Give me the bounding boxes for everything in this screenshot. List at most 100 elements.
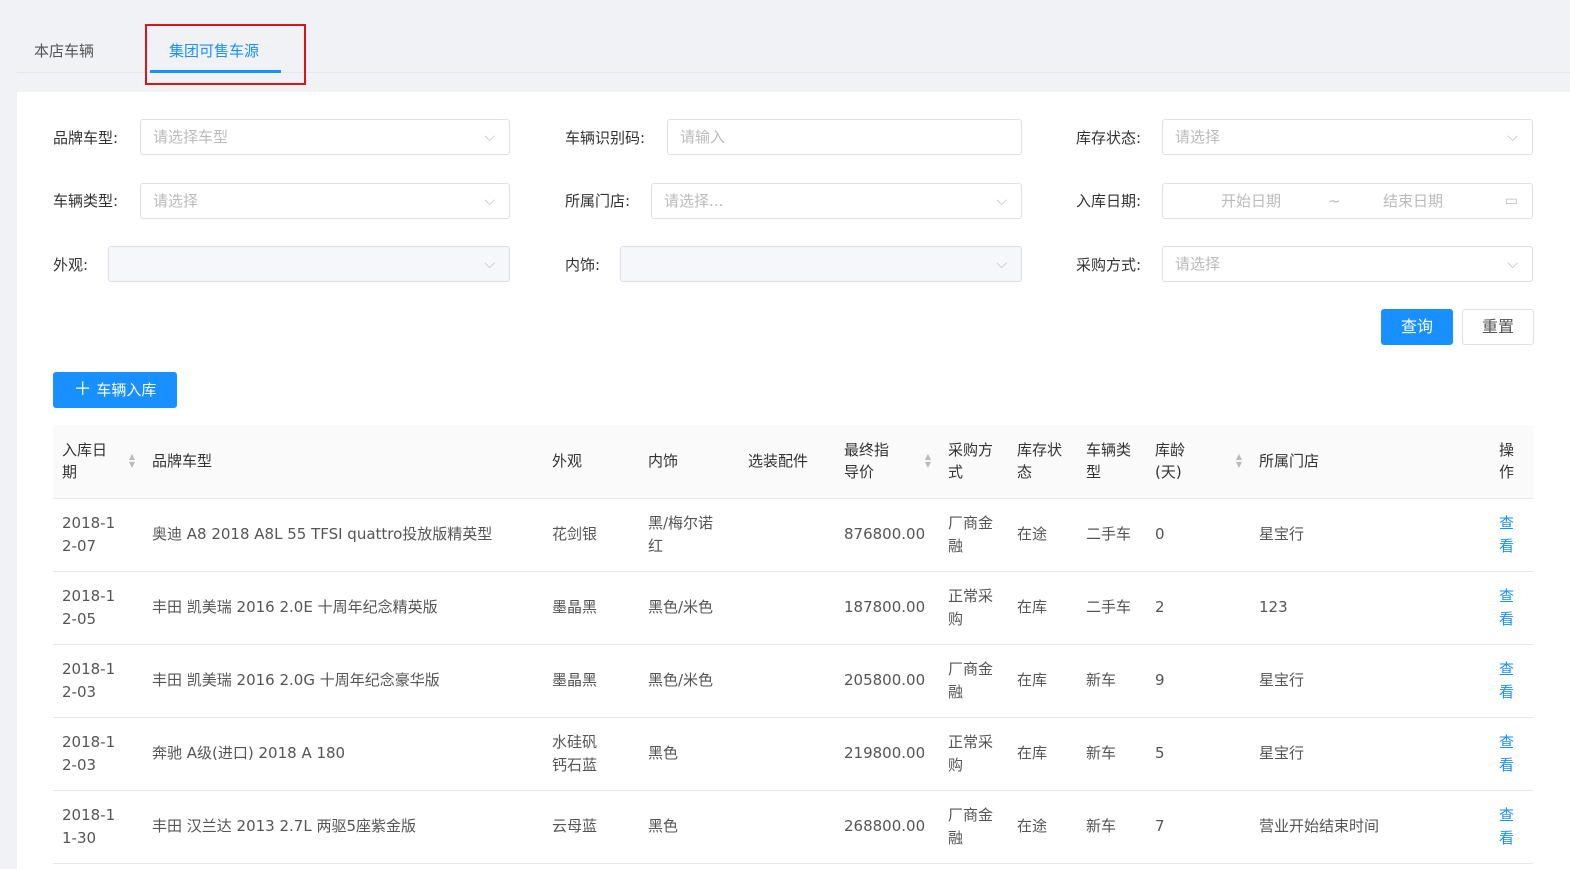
table-cell: 黑色/米色 — [639, 644, 739, 718]
cell-text: 205800.00 — [844, 671, 926, 689]
sort-icon[interactable]: ▲ ▼ — [129, 453, 135, 469]
column-header-label: 外观 — [552, 452, 583, 471]
column-header-label: 车辆类型 — [1086, 441, 1132, 482]
cell-text: 2018-12-07 — [62, 513, 116, 555]
plus-icon: ＋ — [73, 379, 92, 400]
table-cell: 9 — [1146, 644, 1250, 718]
store-select[interactable]: 请选择... ⌵ — [651, 183, 1022, 219]
table-cell: 查看 — [1490, 790, 1533, 864]
cell-text: 在库 — [1017, 671, 1048, 689]
cell-text: 在库 — [1017, 598, 1048, 616]
cell-text: 丰田 汉兰达 2013 2.7L 两驱5座紫金版 — [152, 817, 417, 835]
cell-text: 219800.00 — [844, 744, 926, 762]
vehicle-type-select[interactable]: 请选择 ⌵ — [140, 183, 510, 219]
view-link[interactable]: 查看 — [1499, 585, 1515, 631]
cell-text: 在库 — [1017, 744, 1048, 762]
table-cell: 二手车 — [1077, 571, 1146, 645]
date-separator: ~ — [1328, 192, 1341, 210]
view-link[interactable]: 查看 — [1499, 512, 1515, 558]
cell-text: 二手车 — [1086, 598, 1132, 616]
cell-text: 丰田 凯美瑞 2016 2.0E 十周年纪念精英版 — [152, 598, 438, 616]
cell-text: 水硅矾钙石蓝 — [552, 732, 598, 774]
cell-text: 黑色 — [648, 744, 679, 762]
vin-input[interactable]: 请输入 — [667, 119, 1022, 155]
date-range-picker[interactable]: 开始日期 ~ 结束日期 ▭ — [1162, 183, 1533, 219]
brand-placeholder: 请选择车型 — [153, 128, 229, 146]
table-cell: 厂商金融 — [939, 498, 1008, 572]
stock-status-select[interactable]: 请选择 ⌵ — [1162, 119, 1533, 155]
brand-select[interactable]: 请选择车型 ⌵ — [140, 119, 510, 155]
table-row: 2018-12-05 丰田 凯美瑞 2016 2.0E 十周年纪念精英版 墨晶黑 黑色… — [53, 571, 1533, 645]
column-header[interactable]: 入库日期 ▲ ▼ — [53, 425, 143, 499]
exterior-select[interactable]: ⌵ — [108, 246, 510, 282]
reset-button[interactable]: 重置 — [1462, 309, 1534, 345]
column-header: 选装配件 — [739, 425, 835, 499]
date-label: 入库日期: — [1076, 192, 1142, 210]
stock-status-placeholder: 请选择 — [1175, 128, 1221, 146]
column-header[interactable]: 最终指导价 ▲ ▼ — [835, 425, 939, 499]
cell-text: 奔驰 A级(进口) 2018 A 180 — [152, 744, 346, 762]
table-cell: 2018-12-07 — [53, 498, 143, 572]
table-cell: 正常采购 — [939, 717, 1008, 791]
purchase-select[interactable]: 请选择 ⌵ — [1162, 246, 1533, 282]
cell-text: 正常采购 — [948, 586, 994, 628]
cell-text: 187800.00 — [844, 598, 926, 616]
column-header-label: 内饰 — [648, 452, 679, 471]
cell-text: 新车 — [1086, 671, 1117, 689]
exterior-label: 外观: — [53, 256, 89, 274]
table-cell — [739, 571, 835, 645]
column-header: 库存状态 — [1008, 425, 1077, 499]
table-cell: 二手车 — [1077, 498, 1146, 572]
view-link[interactable]: 查看 — [1499, 658, 1515, 704]
table-cell: 黑色/米色 — [639, 571, 739, 645]
start-date-input[interactable]: 开始日期 — [1221, 184, 1281, 218]
cell-text: 黑色/米色 — [648, 671, 714, 689]
cell-text: 876800.00 — [844, 525, 926, 543]
cell-text: 7 — [1155, 817, 1165, 835]
table-cell: 星宝行 — [1250, 644, 1490, 718]
table-cell: 营业开始结束时间 — [1250, 790, 1490, 864]
column-header-label: 入库日期 — [62, 441, 108, 482]
column-header: 采购方式 — [939, 425, 1008, 499]
table-cell: 在库 — [1008, 644, 1077, 718]
chevron-down-icon: ⌵ — [484, 193, 495, 209]
search-button[interactable]: 查询 — [1381, 309, 1453, 345]
add-vehicle-label: 车辆入库 — [96, 381, 157, 399]
column-header-label: 库龄(天) — [1155, 441, 1186, 482]
column-header-label: 选装配件 — [748, 452, 809, 471]
table-cell: 205800.00 — [835, 644, 939, 718]
view-link[interactable]: 查看 — [1499, 804, 1515, 850]
table-cell: 查看 — [1490, 571, 1533, 645]
cell-text: 云母蓝 — [552, 817, 598, 835]
view-link[interactable]: 查看 — [1499, 731, 1515, 777]
cell-text: 墨晶黑 — [552, 598, 598, 616]
tab-store-vehicles[interactable]: 本店车辆 — [34, 40, 94, 61]
cell-text: 黑/梅尔诺红 — [648, 513, 714, 555]
end-date-input[interactable]: 结束日期 — [1383, 184, 1443, 218]
table-cell: 奔驰 A级(进口) 2018 A 180 — [143, 717, 543, 791]
chevron-down-icon: ⌵ — [996, 256, 1007, 272]
cell-text: 正常采购 — [948, 732, 994, 774]
cell-text: 在途 — [1017, 817, 1048, 835]
sort-icon[interactable]: ▲ ▼ — [1236, 453, 1242, 469]
column-header[interactable]: 库龄(天) ▲ ▼ — [1146, 425, 1250, 499]
cell-text: 墨晶黑 — [552, 671, 598, 689]
cell-text: 丰田 凯美瑞 2016 2.0G 十周年纪念豪华版 — [152, 671, 440, 689]
highlight-box — [145, 24, 306, 85]
vehicle-type-placeholder: 请选择 — [153, 192, 199, 210]
column-header: 品牌车型 — [143, 425, 543, 499]
store-label: 所属门店: — [565, 192, 631, 210]
table-row: 2018-12-07 奥迪 A8 2018 A8L 55 TFSI quattro… — [53, 498, 1533, 572]
cell-text: 厂商金融 — [948, 513, 994, 555]
vehicle-type-label: 车辆类型: — [53, 192, 119, 210]
column-header: 内饰 — [639, 425, 739, 499]
table-cell: 厂商金融 — [939, 644, 1008, 718]
add-vehicle-button[interactable]: ＋ 车辆入库 — [53, 372, 177, 408]
purchase-label: 采购方式: — [1076, 256, 1142, 274]
table-cell: 厂商金融 — [939, 790, 1008, 864]
cell-text: 二手车 — [1086, 525, 1132, 543]
column-header: 所属门店 — [1250, 425, 1490, 499]
interior-select[interactable]: ⌵ — [620, 246, 1022, 282]
table-cell: 墨晶黑 — [543, 571, 639, 645]
sort-icon[interactable]: ▲ ▼ — [925, 453, 931, 469]
